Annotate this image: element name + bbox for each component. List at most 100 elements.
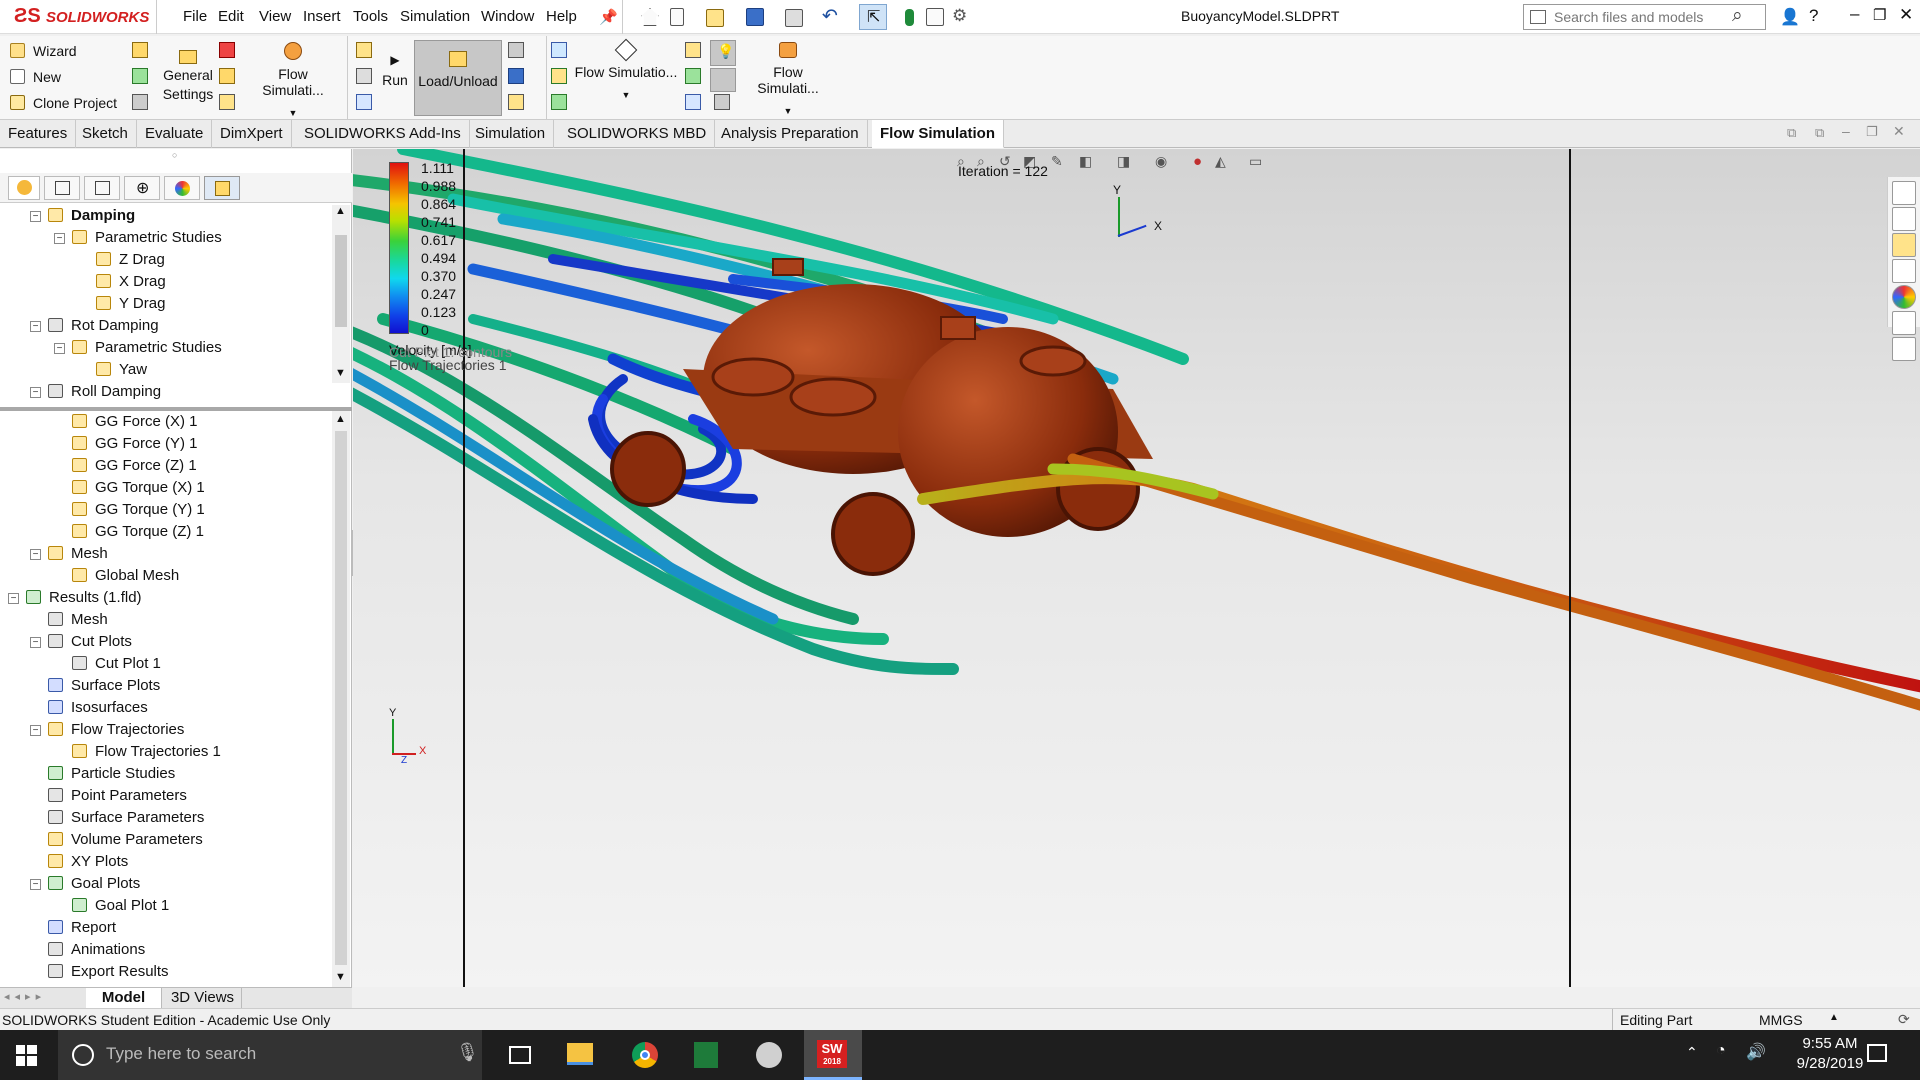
tree-item-report[interactable]: Report [48,917,116,939]
scene-icon[interactable]: ◭ [1215,153,1226,170]
tree-item-parametric-studies[interactable]: Parametric Studies [72,227,222,249]
tab-solidworks-mbd[interactable]: SOLIDWORKS MBD [559,120,716,148]
menu-simulation[interactable]: Simulation [400,8,470,25]
scroll-thumb[interactable] [335,235,347,327]
tab-evaluate[interactable]: Evaluate [137,120,213,148]
goal-plot-icon[interactable] [685,68,701,84]
tree-item-gg-force-y[interactable]: GG Force (Y) 1 [72,433,198,455]
load-unload-button[interactable]: Load/Unload [414,40,502,116]
notifications-icon[interactable] [1867,1044,1887,1062]
doc-close-icon[interactable]: ✕ [1893,123,1905,140]
print-icon[interactable] [785,9,803,27]
xy-plot-icon[interactable] [685,42,701,58]
tab-flow-simulation[interactable]: Flow Simulation [872,120,1004,148]
help-icon[interactable]: ? [1809,6,1818,26]
solidworks-logo[interactable]: ƧS SOLIDWORKS [10,5,155,29]
collapse-toggle[interactable]: − [30,879,41,890]
settings-small-icon[interactable] [132,42,148,58]
featuremanager-tab[interactable] [8,176,40,200]
tree-item-cut-plot-1[interactable]: Cut Plot 1 [72,653,161,675]
appearances-icon[interactable] [1892,285,1916,309]
doc-minimize-icon[interactable]: – [1842,123,1850,139]
units-selector[interactable]: MMGS [1759,1012,1803,1028]
isosurface-icon[interactable] [551,68,567,84]
gear-icon[interactable]: ⚙ [952,6,967,26]
display-style-icon[interactable]: ◨ [1117,153,1130,170]
user-icon[interactable]: 👤 [1780,7,1800,27]
solidworks-resources-icon[interactable] [1892,181,1916,205]
tree-item-x-drag[interactable]: X Drag [96,271,166,293]
file-explorer-icon[interactable] [1892,233,1916,257]
report-icon[interactable] [685,94,701,110]
wifi-icon[interactable]: ◔ [1716,1042,1726,1060]
undo-icon[interactable]: ↶ [822,5,838,28]
collapse-toggle[interactable]: − [30,387,41,398]
menu-file[interactable]: File [183,8,207,25]
paint-taskbar-icon[interactable] [756,1042,782,1068]
rebuild-icon[interactable]: ⟳ [1898,1011,1910,1028]
pin-icon[interactable]: 📌 [599,8,618,26]
task-view-icon[interactable] [509,1046,531,1064]
menu-view[interactable]: View [259,8,291,25]
search-icon[interactable]: ⌕ [1732,5,1743,27]
tab-analysis-preparation[interactable]: Analysis Preparation [713,120,868,148]
calculator-icon[interactable] [132,94,148,110]
propertymanager-tab[interactable] [44,176,80,200]
fan-icon[interactable] [219,68,235,84]
panel-handle[interactable]: ○ [172,150,177,160]
tree-item-gg-torque-x[interactable]: GG Torque (X) 1 [72,477,205,499]
collapse-toggle[interactable]: − [30,725,41,736]
tree-item-volume-parameters[interactable]: Volume Parameters [48,829,203,851]
mesh-icon[interactable] [356,68,372,84]
tab-3d-views[interactable]: 3D Views [164,988,242,1008]
collapse-toggle[interactable]: − [30,549,41,560]
view-orientation-icon[interactable]: ◧ [1079,153,1092,170]
flow-simulation-dropdown-3[interactable]: Flow Simulati... ▼ [742,42,834,116]
tab-sketch[interactable]: Sketch [74,120,137,148]
hide-show-icon[interactable]: ◉ [1155,153,1167,170]
tree-item-flow-trajectories-1[interactable]: Flow Trajectories 1 [72,741,221,763]
tab-simulation[interactable]: Simulation [467,120,555,148]
taskbar-search-box[interactable]: Type here to search 🎙 [58,1030,482,1080]
dynamic-annotation-icon[interactable]: ✎ [1051,153,1063,170]
scroll-thumb[interactable] [335,431,347,965]
tree-item-animations[interactable]: Animations [48,939,145,961]
tile-left-icon[interactable]: ⧉ [1787,125,1796,141]
tree-item-gg-force-x[interactable]: GG Force (X) 1 [72,411,198,433]
search-box[interactable]: Search files and models ⌕ [1523,4,1766,30]
tree-item-isosurfaces[interactable]: Isosurfaces [48,697,148,719]
home-icon[interactable] [641,8,659,26]
tree-item-z-drag[interactable]: Z Drag [96,249,165,271]
collapse-toggle[interactable]: − [54,343,65,354]
tree-item-surface-plots[interactable]: Surface Plots [48,675,160,697]
tree-item-flow-trajectories[interactable]: Flow Trajectories [48,719,184,741]
menu-edit[interactable]: Edit [218,8,244,25]
display-toggle-button[interactable] [710,68,736,92]
tree-item-damping[interactable]: Damping [48,205,135,227]
tab-dimxpert[interactable]: DimXpert [212,120,292,148]
tree-item-rot-damping[interactable]: Rot Damping [48,315,159,337]
file-explorer-taskbar-icon[interactable] [567,1043,593,1065]
flow-simulation-analysis-tab[interactable] [204,176,240,200]
lightbulb-button[interactable]: 💡 [710,40,736,66]
general-settings-button[interactable]: General Settings [160,50,216,104]
tree-item-results[interactable]: Results (1.fld) [26,587,142,609]
collapse-toggle[interactable]: − [30,637,41,648]
tree-item-gg-force-z[interactable]: GG Force (Z) 1 [72,455,197,477]
tree-item-yaw[interactable]: Yaw [96,359,147,381]
boundary-condition-icon[interactable] [219,42,235,58]
tile-right-icon[interactable]: ⧉ [1815,125,1824,141]
save-icon[interactable] [746,8,764,26]
collapse-toggle[interactable]: − [8,593,19,604]
tree-item-goal-plots[interactable]: Goal Plots [48,873,140,895]
tree-item-mesh[interactable]: Mesh [48,543,108,565]
flow-simulation-dropdown-1[interactable]: Flow Simulati... ▼ [247,42,339,118]
tree-item-export-results[interactable]: Export Results [48,961,169,983]
clone-project-button[interactable]: Clone Project [10,95,117,111]
close-icon[interactable]: ✕ [1899,5,1913,25]
new-document-icon[interactable] [670,8,684,26]
lower-scrollbar[interactable]: ▲ ▼ [332,411,350,987]
material-icon[interactable] [356,94,372,110]
tab-scroll-arrows[interactable]: ◂◂▸▸ [4,990,46,1003]
traffic-light-icon[interactable] [905,9,914,26]
